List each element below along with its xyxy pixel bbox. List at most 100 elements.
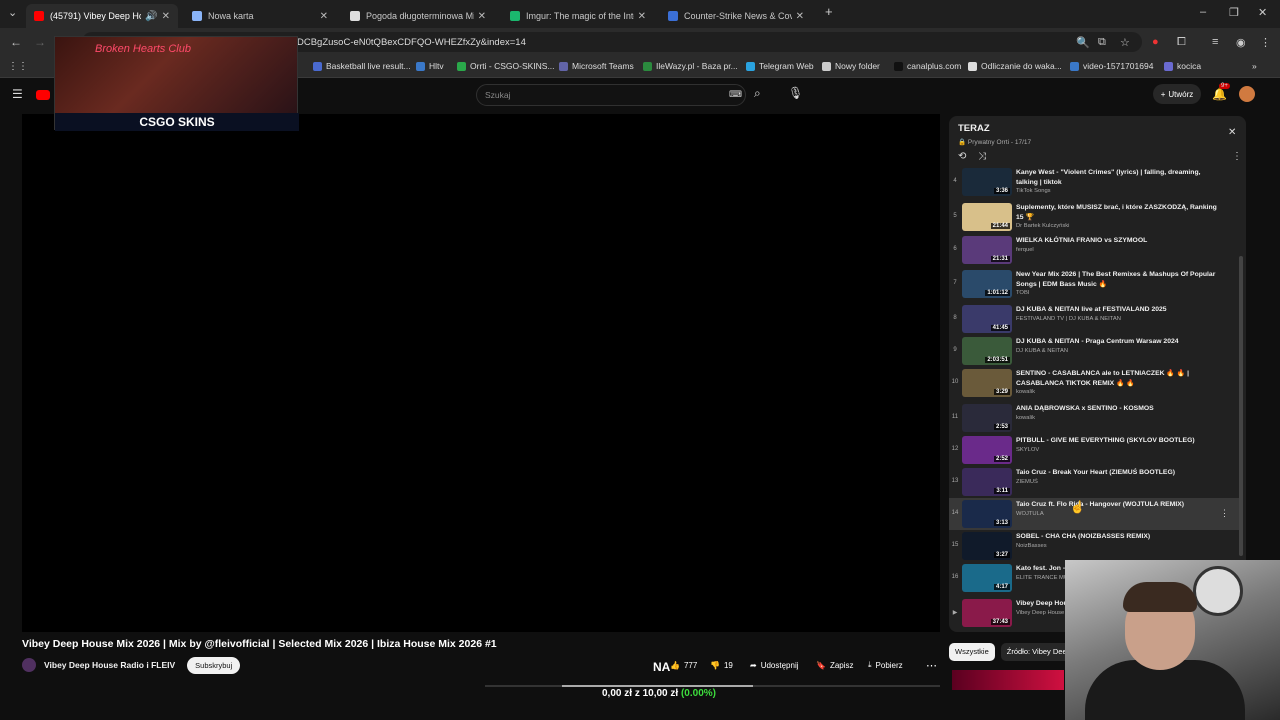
close-icon[interactable]: ✕ [1228,127,1236,138]
extensions-icon[interactable]: ⧠ [1177,36,1186,49]
playlist-item[interactable]: 4 3:36 Kanye West - "Violent Crimes" (lyri… [949,166,1239,198]
playlist-item-channel[interactable]: SKYLOV [1016,447,1039,453]
bookmark-item[interactable]: Microsoft Teams [559,61,634,71]
bookmark-item[interactable]: Orrti - CSGO-SKINS... [457,61,555,71]
playlist-more-icon[interactable]: ⋮ [1232,151,1242,162]
playlist-thumbnail[interactable]: 3:11 [962,468,1012,496]
audio-icon[interactable]: 🔊 [145,11,157,22]
playlist-thumbnail[interactable]: 41:45 [962,305,1012,333]
playlist-item-title[interactable]: DJ KUBA & NEITAN live at FESTIVALAND 202… [1016,305,1221,315]
playlist-thumbnail[interactable]: 4:17 [962,564,1012,592]
playlist-thumbnail[interactable]: 21:44 [962,203,1012,231]
minimize-icon[interactable]: – [1200,6,1206,18]
dislike-button[interactable]: 👎 19 [710,657,733,673]
subscribe-button[interactable]: Subskrybuj [187,656,241,674]
channel-name[interactable]: Vibey Deep House Radio i FLEIV [44,660,175,670]
menu-icon[interactable]: ⋮ [1260,36,1271,49]
tab-close-icon[interactable]: ✕ [320,11,328,22]
search-input[interactable]: Szukaj [476,84,746,106]
loop-icon[interactable]: ⟲ [958,151,966,162]
notifications-icon[interactable]: 🔔 [1212,87,1227,101]
tab-close-icon[interactable]: ✕ [638,11,646,22]
playlist-item[interactable]: 5 21:44 Suplementy, które MUSISZ brać, i k… [949,201,1239,233]
bookmark-item[interactable]: IleWazy.pl - Baza pr... [643,61,738,71]
playlist-thumbnail[interactable]: 1:01:12 [962,270,1012,298]
playlist-item[interactable]: 9 2:03:51 DJ KUBA & NEITAN - Praga Centrum… [949,335,1239,367]
playlist-item-channel[interactable]: ELITE TRANCE MU [1016,575,1068,581]
playlist-item-channel[interactable]: ferquel [1016,247,1034,253]
create-button[interactable]: + Utwórz [1153,84,1201,104]
bookmark-item[interactable]: Hltv [416,61,444,71]
install-icon[interactable]: ⧉ [1098,36,1106,49]
playlist-thumbnail[interactable]: 21:31 [962,236,1012,264]
playlist-thumbnail[interactable]: 37:43 [962,599,1012,627]
playlist-item[interactable]: 14 3:13 Taio Cruz ft. Flo Rida - Hangover … [949,498,1239,530]
filter-chip[interactable]: Wszystkie [949,643,995,661]
playlist-item-title[interactable]: WIELKA KŁÓTNIA FRANIO vs SZYMOOL [1016,236,1221,246]
playlist-thumbnail[interactable]: 3:36 [962,168,1012,196]
bookmark-item[interactable]: Telegram Web [746,61,814,71]
playlist-item-channel[interactable]: ZIEMUŚ [1016,479,1038,485]
playlist-item-title[interactable]: SOBEL - CHA CHA (NOIZBASSES REMIX) [1016,532,1221,542]
new-tab-button[interactable]: + [825,4,833,19]
playlist-item-title[interactable]: Taio Cruz ft. Flo Rida - Hangover (WOJTU… [1016,500,1221,510]
tab-3[interactable]: Imgur: The magic of the Interne ✕ [502,4,654,28]
playlist-thumbnail[interactable]: 3:29 [962,369,1012,397]
apps-icon[interactable]: ⋮⋮ [8,61,28,72]
playlist-item[interactable]: 7 1:01:12 New Year Mix 2026 | The Best Rem… [949,268,1239,300]
channel-avatar[interactable] [22,658,36,672]
tab-close-icon[interactable]: ✕ [796,11,804,22]
playlist-thumbnail[interactable]: 2:03:51 [962,337,1012,365]
save-button[interactable]: 🔖 Zapisz [816,657,854,673]
share-button[interactable]: ➦ Udostępnij [750,657,799,673]
playlist-item-channel[interactable]: TikTok Songs [1016,188,1051,194]
mic-icon[interactable]: 🎙 [788,86,803,100]
forward-icon[interactable]: → [34,35,46,49]
shuffle-icon[interactable]: ⤨ [978,151,986,162]
tab-search-icon[interactable]: ⌄ [8,6,17,19]
bookmark-item[interactable]: canalplus.com [894,61,961,71]
playlist-thumbnail[interactable]: 2:53 [962,404,1012,432]
progress-bar[interactable] [485,685,940,687]
tab-0[interactable]: (45791) Vibey Deep House 🔊 ✕ [26,4,178,28]
item-menu-icon[interactable]: ⋮ [1220,508,1229,519]
playlist-thumbnail[interactable]: 3:13 [962,500,1012,528]
playlist-thumbnail[interactable]: 2:52 [962,436,1012,464]
playlist-item-channel[interactable]: DJ KUBA & NEITAN [1016,348,1068,354]
more-bookmarks-icon[interactable]: » [1252,61,1257,71]
bookmark-item[interactable]: Odliczanie do waka... [968,61,1062,71]
playlist-item[interactable]: 6 21:31 WIELKA KŁÓTNIA FRANIO vs SZYMOOL fe… [949,234,1239,266]
zoom-icon[interactable]: 🔍 [1076,36,1090,49]
search-icon[interactable]: ⌕ [754,86,761,101]
playlist-thumbnail[interactable]: 3:27 [962,532,1012,560]
playlist-item-title[interactable]: Taio Cruz - Break Your Heart (ZIEMUŚ BOO… [1016,468,1221,478]
playlist-item-channel[interactable]: Dr Bartek Kulczyński [1016,223,1069,229]
tab-close-icon[interactable]: ✕ [478,11,486,22]
bookmark-item[interactable]: Basketball live result... [313,61,411,71]
playlist-item-channel[interactable]: Vibey Deep House [1016,610,1064,616]
playlist-item-channel[interactable]: FESTIVALAND TV | DJ KUBA & NEITAN [1016,316,1121,322]
playlist-item-title[interactable]: New Year Mix 2026 | The Best Remixes & M… [1016,270,1221,289]
video-player[interactable] [22,114,940,632]
playlist-item-channel[interactable]: kowalik [1016,389,1035,395]
playlist-item[interactable]: 11 2:53 ANIA DĄBROWSKA x SENTINO - KOSMOS k… [949,402,1239,434]
playlist-item[interactable]: 15 3:27 SOBEL - CHA CHA (NOIZBASSES REMIX)… [949,530,1239,562]
playlist-item-title[interactable]: PITBULL - GIVE ME EVERYTHING (SKYLOV BOO… [1016,436,1221,446]
sidebar-icon[interactable]: ≡ [1212,36,1218,48]
profile-icon[interactable]: ◉ [1236,36,1246,49]
playlist-item-channel[interactable]: NoizBasses [1016,543,1047,549]
related-thumbnail[interactable] [952,670,1064,690]
playlist-item-title[interactable]: Suplementy, które MUSISZ brać, i które Z… [1016,203,1221,222]
tab-4[interactable]: Counter-Strike News & Covera ✕ [660,4,812,28]
playlist-item-title[interactable]: ANIA DĄBROWSKA x SENTINO - KOSMOS [1016,404,1221,414]
download-button[interactable]: ⤓ Pobierz [868,657,903,673]
playlist-item[interactable]: 12 2:52 PITBULL - GIVE ME EVERYTHING (SKYL… [949,434,1239,466]
close-window-icon[interactable]: ✕ [1258,6,1267,19]
youtube-logo-icon[interactable] [36,90,50,100]
playlist-item-title[interactable]: SENTINO - CASABLANCA ale to LETNIACZEK 🔥… [1016,369,1221,388]
maximize-icon[interactable]: ❐ [1229,6,1239,19]
guide-menu-icon[interactable]: ☰ [12,87,23,101]
tab-2[interactable]: Pogoda długoterminowa Międz ✕ [342,4,494,28]
playlist-item-channel[interactable]: WOJTULA [1016,511,1044,517]
playlist-item-channel[interactable]: TOBI [1016,290,1029,296]
